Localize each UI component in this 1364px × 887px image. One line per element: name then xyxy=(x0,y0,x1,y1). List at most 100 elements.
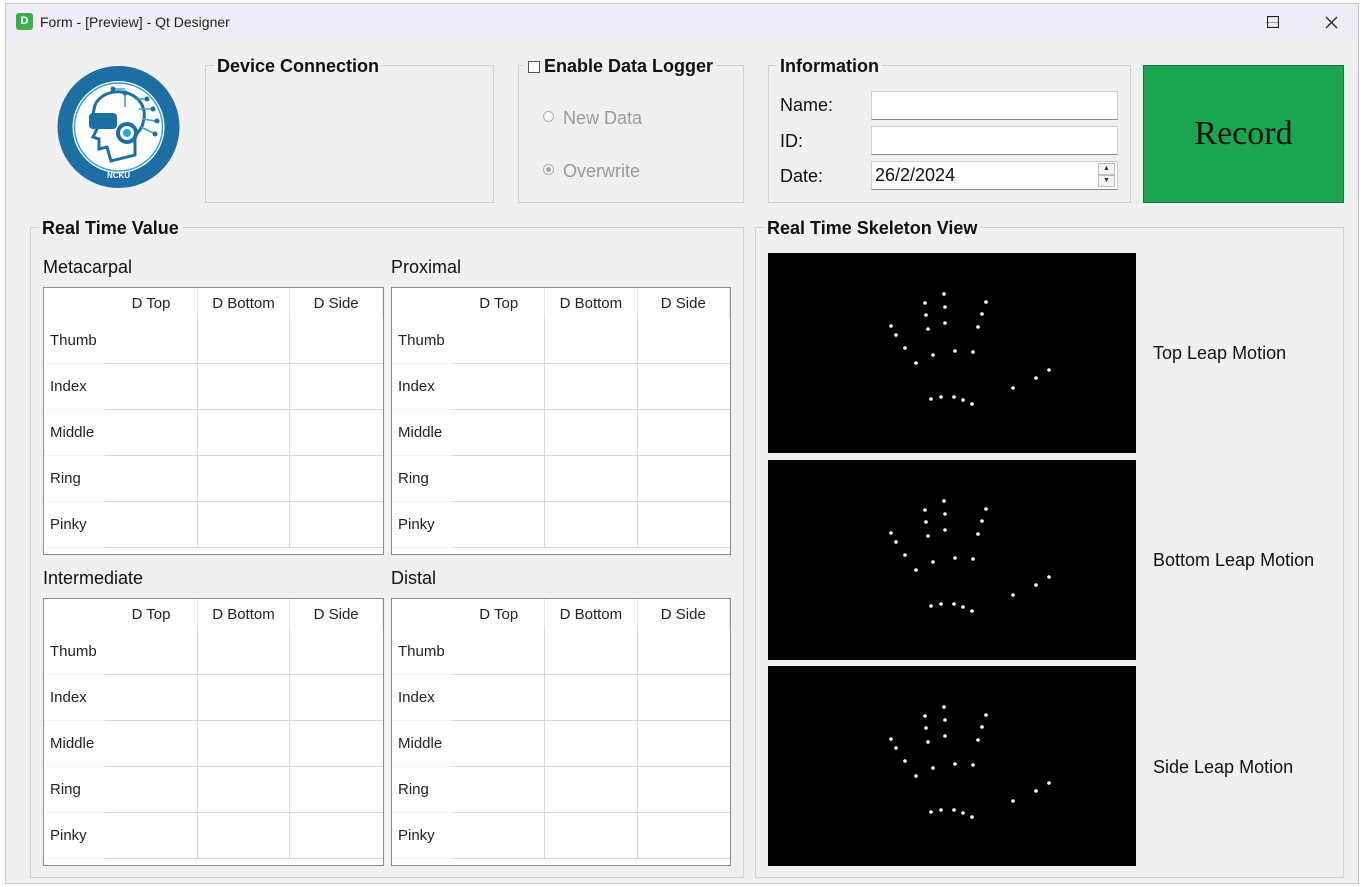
date-edit[interactable]: 26/2/2024 ▲ ▼ xyxy=(871,161,1118,190)
column-header[interactable]: D Side xyxy=(289,599,383,629)
value-cell[interactable] xyxy=(105,409,198,456)
value-grid[interactable]: D Top D Bottom D Side Thumb Index Middle Ring P… xyxy=(392,288,731,548)
value-cell[interactable] xyxy=(197,674,291,721)
value-cell[interactable] xyxy=(197,409,291,456)
value-cell[interactable] xyxy=(197,629,291,675)
value-cell[interactable] xyxy=(289,629,383,675)
value-cell[interactable] xyxy=(197,455,291,502)
enable-data-logger-checkbox[interactable] xyxy=(528,61,540,73)
value-cell[interactable] xyxy=(637,812,730,859)
column-header[interactable]: D Side xyxy=(637,599,731,629)
column-header[interactable]: D Bottom xyxy=(544,288,638,318)
value-cell[interactable] xyxy=(105,455,198,502)
value-cell[interactable] xyxy=(105,629,198,675)
value-cell[interactable] xyxy=(289,501,383,548)
date-spinner[interactable]: ▲ ▼ xyxy=(1098,163,1115,187)
row-header[interactable]: Pinky xyxy=(44,501,106,548)
value-cell[interactable] xyxy=(453,409,546,456)
proximal-table[interactable]: D Top D Bottom D Side Thumb Index Middle Ring P… xyxy=(391,287,731,555)
value-cell[interactable] xyxy=(544,363,638,410)
value-cell[interactable] xyxy=(637,629,730,675)
value-cell[interactable] xyxy=(544,318,638,364)
date-down-arrow-icon[interactable]: ▼ xyxy=(1098,175,1115,187)
row-header[interactable]: Pinky xyxy=(44,812,106,859)
value-cell[interactable] xyxy=(289,720,383,767)
value-cell[interactable] xyxy=(105,363,198,410)
value-cell[interactable] xyxy=(637,501,730,548)
row-header[interactable]: Ring xyxy=(392,455,454,502)
column-header[interactable]: D Bottom xyxy=(544,599,638,629)
value-cell[interactable] xyxy=(197,720,291,767)
column-header[interactable]: D Bottom xyxy=(197,599,291,629)
column-header[interactable]: D Top xyxy=(105,599,198,629)
id-field[interactable] xyxy=(871,126,1118,155)
value-cell[interactable] xyxy=(105,318,198,364)
value-cell[interactable] xyxy=(197,766,291,813)
value-cell[interactable] xyxy=(544,409,638,456)
row-header[interactable]: Pinky xyxy=(392,501,454,548)
value-cell[interactable] xyxy=(637,318,730,364)
intermediate-table[interactable]: D Top D Bottom D Side Thumb Index Middle Ring P… xyxy=(43,598,384,866)
value-cell[interactable] xyxy=(637,766,730,813)
new-data-radio[interactable] xyxy=(543,111,554,122)
row-header[interactable]: Middle xyxy=(44,720,106,767)
row-header[interactable]: Thumb xyxy=(392,629,454,675)
row-header[interactable]: Index xyxy=(44,363,106,410)
column-header[interactable]: D Top xyxy=(105,288,198,318)
value-cell[interactable] xyxy=(289,674,383,721)
value-cell[interactable] xyxy=(544,812,638,859)
row-header[interactable]: Index xyxy=(392,674,454,721)
value-cell[interactable] xyxy=(105,501,198,548)
value-cell[interactable] xyxy=(289,455,383,502)
value-grid[interactable]: D Top D Bottom D Side Thumb Index Middle Ring P… xyxy=(392,599,731,859)
row-header[interactable]: Middle xyxy=(44,409,106,456)
value-cell[interactable] xyxy=(453,455,546,502)
value-cell[interactable] xyxy=(453,766,546,813)
data-logger-header[interactable]: Enable Data Logger xyxy=(524,55,717,77)
value-cell[interactable] xyxy=(637,363,730,410)
value-cell[interactable] xyxy=(637,409,730,456)
value-cell[interactable] xyxy=(289,363,383,410)
record-button[interactable]: Record xyxy=(1143,65,1344,203)
value-cell[interactable] xyxy=(105,720,198,767)
value-cell[interactable] xyxy=(197,501,291,548)
row-header[interactable]: Ring xyxy=(44,455,106,502)
value-cell[interactable] xyxy=(105,812,198,859)
value-cell[interactable] xyxy=(637,674,730,721)
value-cell[interactable] xyxy=(197,318,291,364)
value-cell[interactable] xyxy=(289,812,383,859)
value-cell[interactable] xyxy=(453,674,546,721)
value-cell[interactable] xyxy=(453,501,546,548)
value-cell[interactable] xyxy=(453,812,546,859)
value-cell[interactable] xyxy=(105,674,198,721)
row-header[interactable]: Index xyxy=(44,674,106,721)
column-header[interactable]: D Top xyxy=(453,288,546,318)
name-field[interactable] xyxy=(871,91,1118,120)
value-cell[interactable] xyxy=(544,720,638,767)
column-header[interactable]: D Side xyxy=(637,288,731,318)
row-header[interactable]: Thumb xyxy=(44,318,106,364)
value-cell[interactable] xyxy=(453,720,546,767)
value-cell[interactable] xyxy=(637,720,730,767)
row-header[interactable]: Thumb xyxy=(392,318,454,364)
row-header[interactable]: Ring xyxy=(392,766,454,813)
value-cell[interactable] xyxy=(544,766,638,813)
value-cell[interactable] xyxy=(197,812,291,859)
distal-table[interactable]: D Top D Bottom D Side Thumb Index Middle Ring P… xyxy=(391,598,731,866)
value-cell[interactable] xyxy=(453,363,546,410)
value-grid[interactable]: D Top D Bottom D Side Thumb Index Middle Ring P… xyxy=(44,288,383,548)
close-button[interactable] xyxy=(1302,4,1360,40)
row-header[interactable]: Pinky xyxy=(392,812,454,859)
value-cell[interactable] xyxy=(544,455,638,502)
value-cell[interactable] xyxy=(544,674,638,721)
value-cell[interactable] xyxy=(544,501,638,548)
value-cell[interactable] xyxy=(289,766,383,813)
maximize-button[interactable] xyxy=(1244,4,1302,40)
row-header[interactable]: Index xyxy=(392,363,454,410)
column-header[interactable]: D Top xyxy=(453,599,546,629)
value-cell[interactable] xyxy=(289,409,383,456)
column-header[interactable]: D Side xyxy=(289,288,383,318)
row-header[interactable]: Thumb xyxy=(44,629,106,675)
value-cell[interactable] xyxy=(105,766,198,813)
row-header[interactable]: Ring xyxy=(44,766,106,813)
